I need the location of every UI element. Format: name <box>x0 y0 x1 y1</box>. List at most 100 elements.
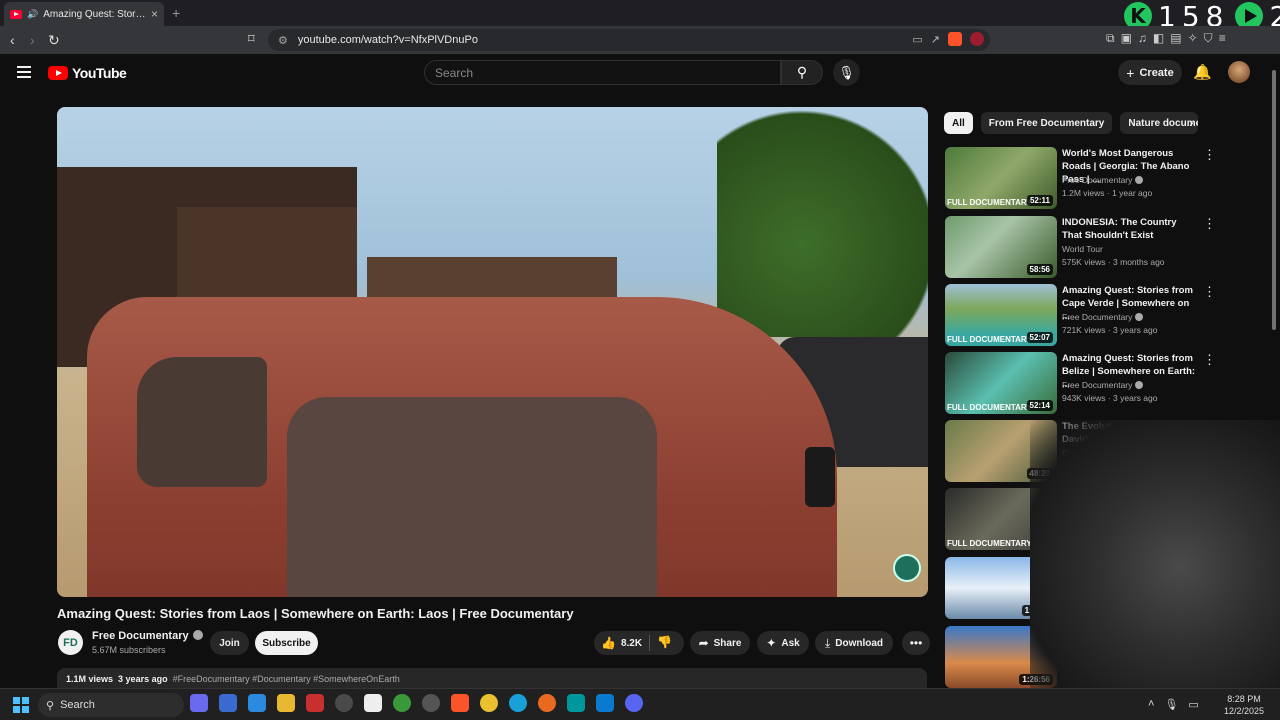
hashtags[interactable]: #FreeDocumentary #Documentary #Somewhere… <box>173 674 400 684</box>
more-actions-button[interactable]: ••• <box>902 631 930 655</box>
ai-icon[interactable]: ✧ <box>1188 31 1198 46</box>
scrollbar-thumb[interactable] <box>1272 70 1276 330</box>
recommendation-channel[interactable]: Free Documentary <box>1062 175 1132 185</box>
browser-app-icon[interactable] <box>393 694 411 712</box>
music-icon[interactable]: ♫ <box>1138 31 1147 46</box>
channel-watermark-icon[interactable] <box>893 554 921 582</box>
join-button[interactable]: Join <box>210 631 249 655</box>
new-tab-icon[interactable]: + <box>172 5 180 21</box>
share-page-icon[interactable]: ↗ <box>931 33 940 46</box>
edge-icon[interactable] <box>509 694 527 712</box>
subscribe-button[interactable]: Subscribe <box>255 631 318 655</box>
voice-search-button[interactable]: 🎙 <box>833 59 860 86</box>
vpn-icon[interactable]: ⛉ <box>1204 31 1213 46</box>
extensions-icon[interactable]: ⧉ <box>1106 31 1115 46</box>
youtube-logo[interactable]: YouTube <box>48 65 127 81</box>
windows-start-icon[interactable] <box>13 697 29 713</box>
recommendation-thumbnail[interactable]: FULL DOCUMENTARY 52:11 <box>945 147 1057 209</box>
recommendation-thumbnail[interactable]: FULL DOCUMENTARY 52:14 <box>945 352 1057 414</box>
chip-nature-documentaries[interactable]: Nature documentaries <box>1120 112 1199 134</box>
news-app-icon[interactable] <box>306 694 324 712</box>
discord-icon[interactable] <box>625 694 643 712</box>
search-button[interactable]: ⚲ <box>781 60 823 85</box>
brave-browser-icon[interactable] <box>451 694 469 712</box>
recommendation-channel-row[interactable]: Free Documentary <box>1062 175 1144 185</box>
notifications-bell-icon[interactable]: 🔔 <box>1193 63 1212 81</box>
create-button[interactable]: + Create <box>1118 60 1182 85</box>
screenshot-icon[interactable]: ▣ <box>1121 31 1132 46</box>
youtube-logo-icon <box>48 66 68 80</box>
github-app-icon[interactable] <box>422 694 440 712</box>
menu-icon[interactable]: ≡ <box>1219 31 1226 46</box>
recommendation-channel[interactable]: Free Documentary <box>1062 312 1132 322</box>
chat-app-icon[interactable] <box>190 694 208 712</box>
dislike-icon[interactable]: 👎 <box>657 635 672 649</box>
recommendation-thumbnail[interactable]: FULL DOCUMENTARY 52:07 <box>945 284 1057 346</box>
capcut-app-icon[interactable] <box>364 694 382 712</box>
cast-icon[interactable]: ▭ <box>912 33 922 46</box>
close-tab-icon[interactable]: × <box>151 7 158 21</box>
store-app-icon[interactable] <box>219 694 237 712</box>
more-vertical-icon[interactable]: ⋮ <box>1203 147 1216 163</box>
recommendation-thumbnail[interactable]: 58:56 <box>945 216 1057 278</box>
video-player[interactable] <box>57 107 928 597</box>
clock-app-icon[interactable] <box>335 694 353 712</box>
channel-name-row[interactable]: Free Documentary <box>92 630 203 642</box>
recommendation-channel-row[interactable]: World Tour <box>1062 244 1103 254</box>
browser-tab-youtube[interactable]: 🔊 Amazing Quest: Stories from Laos | Som… <box>4 2 164 26</box>
recommendation-channel[interactable]: World Tour <box>1062 244 1103 254</box>
remote-app-icon[interactable] <box>248 694 266 712</box>
recommendation-card[interactable]: FULL DOCUMENTARY 52:11 World's Most Danger… <box>945 147 1216 209</box>
more-vertical-icon[interactable]: ⋮ <box>1203 352 1216 368</box>
channel-avatar[interactable]: FD <box>58 630 83 655</box>
description-box[interactable]: 1.1M views 3 years ago #FreeDocumentary … <box>57 668 927 690</box>
mic-tray-icon[interactable]: 🎙 <box>1164 698 1178 711</box>
taskbar-search[interactable]: ⚲ Search <box>38 693 184 717</box>
brave-shields-icon[interactable] <box>948 32 962 46</box>
chip-from-channel[interactable]: From Free Documentary <box>980 112 1113 134</box>
search-input[interactable]: Search <box>424 60 781 85</box>
more-vertical-icon[interactable]: ⋮ <box>1203 216 1216 232</box>
share-button[interactable]: ➦ Share <box>690 631 750 655</box>
network-icon[interactable]: ▭ <box>1188 698 1198 711</box>
vscode-icon[interactable] <box>596 694 614 712</box>
video-frame-van-window <box>287 397 657 597</box>
ask-button[interactable]: ✦ Ask <box>757 631 809 655</box>
speaker-icon[interactable]: 🔊 <box>27 9 38 20</box>
channel-name[interactable]: Free Documentary <box>92 630 189 642</box>
like-icon[interactable]: 👍 <box>601 636 616 650</box>
site-settings-icon[interactable]: ⚙ <box>278 34 288 47</box>
firefox-icon[interactable] <box>538 694 556 712</box>
wallet-icon[interactable]: ▤ <box>1170 31 1181 46</box>
chevron-up-icon[interactable]: ˄ <box>1148 698 1154 711</box>
recommendation-title[interactable]: INDONESIA: The Country That Shouldn't Ex… <box>1062 216 1197 242</box>
recommendation-channel-row[interactable]: Free Documentary <box>1062 380 1144 390</box>
forward-icon[interactable]: › <box>30 32 35 48</box>
reload-icon[interactable]: ↻ <box>48 32 60 49</box>
more-vertical-icon[interactable]: ⋮ <box>1203 284 1216 300</box>
back-icon[interactable]: ‹ <box>10 32 15 48</box>
youtube-logo-text: YouTube <box>72 65 127 81</box>
file-explorer-icon[interactable] <box>277 694 295 712</box>
sidebar-icon[interactable]: ◧ <box>1153 31 1164 46</box>
recommendation-card[interactable]: FULL DOCUMENTARY 52:14 Amazing Quest: Stor… <box>945 352 1216 414</box>
bookmark-icon[interactable]: ⌑ <box>248 31 255 47</box>
recommendation-channel-row[interactable]: Free Documentary <box>1062 312 1144 322</box>
brave-rewards-icon[interactable] <box>970 32 984 46</box>
account-avatar[interactable] <box>1228 61 1250 83</box>
chevron-right-icon[interactable]: › <box>1189 114 1194 130</box>
url-field[interactable]: ⚙ youtube.com/watch?v=NfxPlVDnuPo ▭ ↗ <box>268 29 990 51</box>
plus-icon: + <box>1126 64 1135 81</box>
taskbar-clock[interactable]: 8:28 PM 12/2/2025 <box>1224 693 1264 717</box>
guide-menu-icon[interactable] <box>17 66 31 78</box>
chrome-icon[interactable] <box>480 694 498 712</box>
video-frame-trees <box>717 107 928 337</box>
arduino-icon[interactable] <box>567 694 585 712</box>
recommendation-card[interactable]: 58:56 INDONESIA: The Country That Shouldn… <box>945 216 1216 278</box>
download-button[interactable]: ⤓ Download <box>815 631 893 655</box>
recommendation-card[interactable]: FULL DOCUMENTARY 52:07 Amazing Quest: Stor… <box>945 284 1216 346</box>
recommendation-channel[interactable]: Free Documentary <box>1062 380 1132 390</box>
chip-all[interactable]: All <box>944 112 973 134</box>
page-scrollbar[interactable] <box>1270 60 1278 688</box>
like-count[interactable]: 8.2K <box>621 638 642 649</box>
